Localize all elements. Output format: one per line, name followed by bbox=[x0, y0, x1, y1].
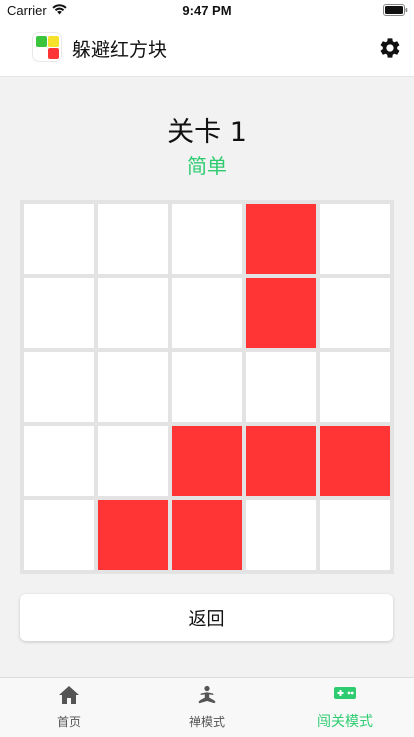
level-difficulty: 简单 bbox=[187, 154, 227, 178]
red-block bbox=[246, 278, 316, 348]
tab-bar: 首页 禅模式 闯关模式 bbox=[0, 677, 414, 737]
tab-zen-mode-label: 禅模式 bbox=[188, 715, 225, 729]
empty-cell bbox=[24, 204, 94, 274]
gear-icon[interactable] bbox=[378, 36, 402, 60]
logo-green-square bbox=[36, 36, 47, 47]
status-time: 9:47 PM bbox=[182, 3, 232, 18]
tab-home-label: 首页 bbox=[56, 715, 81, 729]
back-button[interactable]: 返回 bbox=[20, 594, 393, 641]
app-logo-icon bbox=[33, 33, 61, 61]
empty-cell bbox=[320, 278, 390, 348]
logo-red-square bbox=[48, 48, 59, 59]
status-bar: Carrier 9:47 PM bbox=[0, 0, 414, 22]
gamepad-icon bbox=[334, 687, 356, 699]
battery-icon bbox=[383, 4, 408, 16]
game-board bbox=[20, 200, 394, 574]
level-title: 关卡 1 bbox=[167, 117, 247, 148]
meditation-icon bbox=[198, 685, 216, 704]
tab-zen-mode[interactable]: 禅模式 bbox=[138, 678, 276, 737]
empty-cell bbox=[320, 352, 390, 422]
home-icon bbox=[59, 686, 79, 704]
nav-bar: 躲避红方块 bbox=[0, 22, 414, 77]
empty-cell bbox=[172, 352, 242, 422]
empty-cell bbox=[98, 352, 168, 422]
tab-challenge-mode[interactable]: 闯关模式 bbox=[276, 678, 414, 737]
red-block bbox=[246, 426, 316, 496]
red-block bbox=[246, 204, 316, 274]
empty-cell bbox=[24, 352, 94, 422]
empty-cell bbox=[98, 426, 168, 496]
empty-cell bbox=[172, 278, 242, 348]
empty-cell bbox=[172, 204, 242, 274]
tab-challenge-mode-label: 闯关模式 bbox=[317, 714, 373, 730]
red-block bbox=[172, 426, 242, 496]
empty-cell bbox=[246, 352, 316, 422]
empty-cell bbox=[320, 204, 390, 274]
empty-cell bbox=[98, 278, 168, 348]
logo-yellow-square bbox=[48, 36, 59, 47]
app-title: 躲避红方块 bbox=[72, 39, 168, 61]
empty-cell bbox=[24, 500, 94, 570]
empty-cell bbox=[246, 500, 316, 570]
empty-cell bbox=[98, 204, 168, 274]
red-block bbox=[320, 426, 390, 496]
empty-cell bbox=[320, 500, 390, 570]
tab-home[interactable]: 首页 bbox=[0, 678, 138, 737]
red-block bbox=[98, 500, 168, 570]
empty-cell bbox=[24, 278, 94, 348]
red-block bbox=[172, 500, 242, 570]
empty-cell bbox=[24, 426, 94, 496]
